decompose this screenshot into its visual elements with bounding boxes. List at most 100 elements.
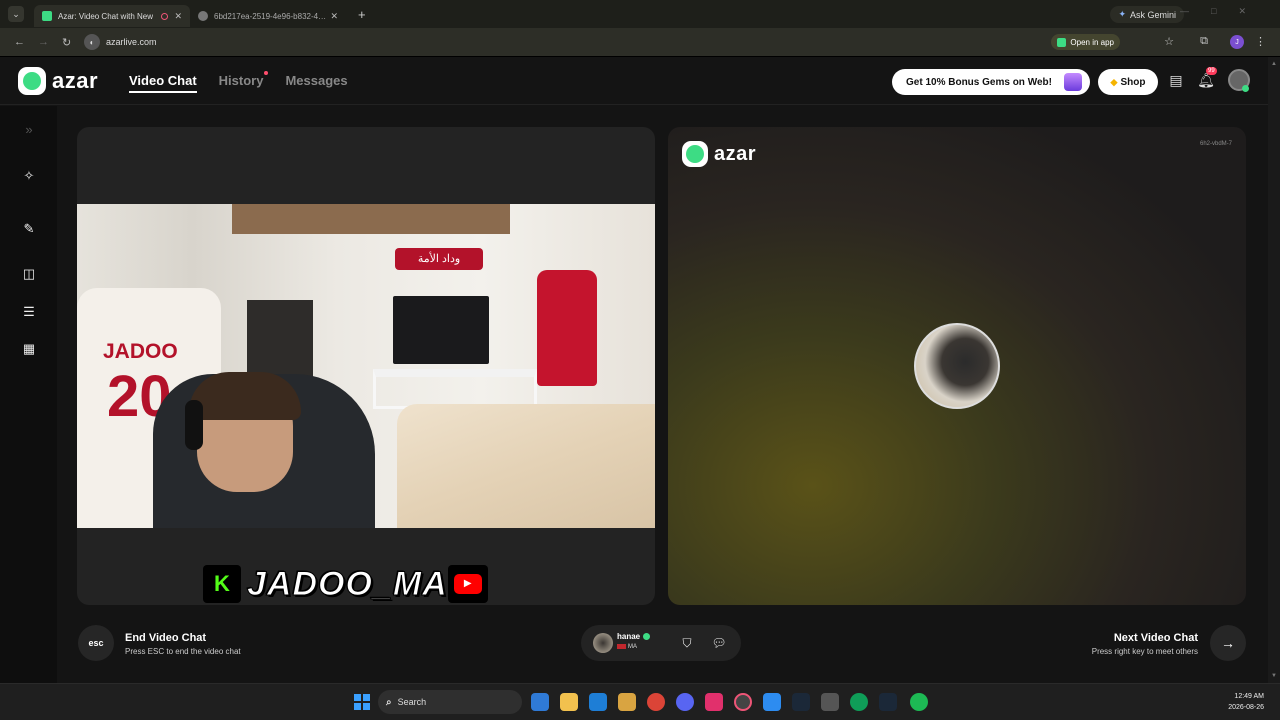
session-tag: 6h2-vbdM-7 xyxy=(1199,141,1232,147)
wall-shelf xyxy=(232,204,510,234)
self-camera-feed: وداد الأمة JADOO 20 xyxy=(77,204,655,528)
kebab-menu-icon[interactable]: ⋮ xyxy=(1255,35,1266,48)
tool-sidebar: » ✧ ✎ ◫ ☰ ▦ xyxy=(0,106,57,683)
open-in-app-button[interactable]: Open in app xyxy=(1051,34,1120,50)
jersey-name: JADOO xyxy=(103,340,178,363)
streamer-name: JADOO_MA xyxy=(247,564,448,603)
online-status-dot xyxy=(1242,85,1249,92)
nav-video-chat[interactable]: Video Chat xyxy=(129,73,197,93)
nav-history-label: History xyxy=(218,73,264,88)
azar-logo[interactable]: azar xyxy=(18,67,98,95)
new-tab-icon[interactable]: + xyxy=(358,7,366,22)
page-scrollbar[interactable]: ▲ ▼ xyxy=(1268,57,1280,683)
ask-gemini-button[interactable]: ✦ Ask Gemini xyxy=(1110,6,1184,23)
nav-messages[interactable]: Messages xyxy=(285,73,347,93)
bonus-gems-label: Get 10% Bonus Gems on Web! xyxy=(906,76,1052,88)
discord-icon[interactable] xyxy=(676,693,694,711)
url-field[interactable]: ◐ azarlive.com xyxy=(84,34,157,50)
taskbar-search[interactable]: ⌕ Search xyxy=(378,690,522,714)
instagram-icon[interactable] xyxy=(705,693,723,711)
inbox-icon[interactable]: ▤ xyxy=(1167,72,1185,90)
outlook-icon[interactable] xyxy=(589,693,607,711)
bed xyxy=(397,404,655,528)
tab-title: Azar: Video Chat with New xyxy=(58,11,154,21)
azar-watermark: azar xyxy=(682,141,756,167)
end-chat-info: End Video Chat Press ESC to end the vide… xyxy=(125,632,241,656)
peer-country: MA xyxy=(628,644,637,651)
morocco-flag-icon xyxy=(617,644,626,649)
forward-icon[interactable]: → xyxy=(38,36,49,48)
tab-title: 6bd217ea-2519-4e96-b832-4… xyxy=(214,11,327,21)
spotify-icon[interactable] xyxy=(910,693,928,711)
end-chat-title: End Video Chat xyxy=(125,632,207,644)
next-chat-title: Next Video Chat xyxy=(1113,632,1198,644)
widgets-icon[interactable] xyxy=(531,693,549,711)
end-chat-button[interactable]: esc xyxy=(78,625,114,661)
layout-stacked-icon[interactable]: ☰ xyxy=(21,304,37,320)
url-text: azarlive.com xyxy=(106,37,157,47)
kick-logo-icon: K xyxy=(203,565,241,603)
club-banner: وداد الأمة xyxy=(395,248,483,270)
search-icon: ⌕ xyxy=(386,696,392,708)
bonus-gems-button[interactable]: Get 10% Bonus Gems on Web! xyxy=(892,69,1090,95)
shop-label: Shop xyxy=(1120,76,1146,88)
tab-azar[interactable]: Azar: Video Chat with New ✕ xyxy=(34,5,190,27)
gemini-icon: ✦ xyxy=(1118,9,1126,19)
obs-icon[interactable] xyxy=(734,693,752,711)
extensions-icon[interactable]: ⧉ xyxy=(1200,35,1208,48)
gift-icon xyxy=(1064,73,1082,91)
tab-second[interactable]: 6bd217ea-2519-4e96-b832-4… ✕ xyxy=(190,5,346,27)
peer-name: hanae xyxy=(617,632,641,641)
ask-gemini-label: Ask Gemini xyxy=(1129,9,1176,20)
store-icon[interactable] xyxy=(618,693,636,711)
windows-taskbar: ⌕ Search 12:49 AM 2026-08-26 xyxy=(0,683,1280,720)
self-video-pane: وداد الأمة JADOO 20 K JADOO_MA ▶ xyxy=(77,127,655,605)
window-controls[interactable]: —□✕ xyxy=(1180,6,1268,17)
next-chat-button[interactable]: → xyxy=(1210,625,1246,661)
edit-icon[interactable]: ✎ xyxy=(21,221,37,237)
tab-search-icon[interactable]: ⌄ xyxy=(8,6,24,22)
windows-start-icon[interactable] xyxy=(354,694,370,710)
scroll-up-icon[interactable]: ▲ xyxy=(1271,61,1277,67)
verified-icon xyxy=(643,633,651,641)
bookmark-star-icon[interactable]: ☆ xyxy=(1164,35,1174,48)
streamer-overlay: K JADOO_MA ▶ xyxy=(203,564,488,604)
site-info-icon[interactable]: ◐ xyxy=(84,34,100,50)
peer-info-pill: hanae MA ⛉ 💬︎ xyxy=(581,625,741,661)
back-icon[interactable]: ← xyxy=(14,36,25,48)
layout-side-by-side-icon[interactable]: ◫ xyxy=(21,266,37,282)
zoom-icon[interactable] xyxy=(763,693,781,711)
layout-grid-icon[interactable]: ▦ xyxy=(21,341,37,357)
expand-sidebar-icon[interactable]: » xyxy=(21,122,37,138)
notification-badge: 99 xyxy=(1206,67,1217,75)
scroll-down-icon[interactable]: ▼ xyxy=(1271,673,1277,679)
arrow-right-icon: → xyxy=(1221,635,1235,651)
chat-bubble-icon[interactable]: 💬︎ xyxy=(711,635,727,651)
browser-tab-bar: ⌄ Azar: Video Chat with New ✕ 6bd217ea-2… xyxy=(0,0,1280,28)
close-tab-icon[interactable]: ✕ xyxy=(174,11,182,22)
browser-profile-avatar[interactable]: J xyxy=(1230,35,1244,49)
red-jersey xyxy=(537,270,597,386)
watermark-text: azar xyxy=(714,142,757,165)
next-chat-info: Next Video Chat Press right key to meet … xyxy=(978,632,1198,656)
close-tab-icon[interactable]: ✕ xyxy=(330,11,338,22)
steam-alt-icon[interactable] xyxy=(879,693,897,711)
report-shield-icon[interactable]: ⛉ xyxy=(679,635,695,651)
app-header: azar Video Chat History Messages Get 10%… xyxy=(0,57,1268,105)
chrome-alt-icon[interactable] xyxy=(850,693,868,711)
headset xyxy=(185,400,203,450)
reload-icon[interactable]: ↻ xyxy=(62,36,72,49)
peer-avatar[interactable] xyxy=(593,633,613,653)
file-explorer-icon[interactable] xyxy=(560,693,578,711)
archive-icon[interactable] xyxy=(821,693,839,711)
shop-button[interactable]: ◆ Shop xyxy=(1098,69,1158,95)
chrome-icon[interactable] xyxy=(647,693,665,711)
history-unread-dot xyxy=(264,71,269,75)
nav-history[interactable]: History xyxy=(218,71,269,93)
steam-icon[interactable] xyxy=(792,693,810,711)
azar-app: azar Video Chat History Messages Get 10%… xyxy=(0,57,1268,683)
azar-logo-icon xyxy=(682,141,708,167)
system-clock[interactable]: 12:49 AM 2026-08-26 xyxy=(1228,691,1264,713)
magic-wand-icon[interactable]: ✧ xyxy=(21,168,37,184)
kick-letter: K xyxy=(214,571,230,596)
